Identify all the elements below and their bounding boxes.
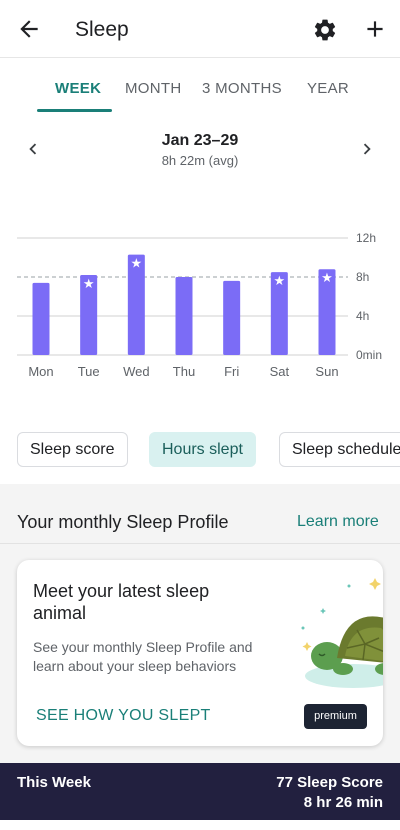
sleep-profile-header: Your monthly Sleep Profile Learn more bbox=[0, 500, 400, 544]
x-tick-label: Tue bbox=[78, 364, 100, 379]
sleep-hours-chart: 0min 4h 8h 12h Mon ★ Tue ★ Wed Thu Fri ★ Sat ★ Sun bbox=[0, 222, 400, 382]
y-tick-label: 0min bbox=[356, 348, 382, 362]
metric-chips: Sleep score Hours slept Sleep schedule bbox=[0, 432, 400, 468]
back-arrow-icon[interactable] bbox=[16, 16, 42, 42]
tab-3-months[interactable]: 3 MONTHS bbox=[202, 80, 282, 97]
period-tabs: WEEK MONTH 3 MONTHS YEAR bbox=[0, 72, 400, 114]
date-range-selector: Jan 23–29 8h 22m (avg) bbox=[0, 130, 400, 174]
date-range-label: Jan 23–29 bbox=[161, 132, 239, 149]
star-icon: ★ bbox=[274, 274, 286, 289]
plus-icon[interactable] bbox=[362, 16, 388, 42]
learn-more-link[interactable]: Learn more bbox=[297, 513, 379, 531]
x-tick-label: Thu bbox=[173, 364, 195, 379]
chip-sleep-score[interactable]: Sleep score bbox=[17, 432, 128, 467]
tab-month[interactable]: MONTH bbox=[125, 80, 182, 97]
premium-badge: premium bbox=[304, 704, 367, 729]
star-icon: ★ bbox=[131, 257, 143, 272]
sleep-duration-value: 8 hr 26 min bbox=[303, 794, 383, 811]
sleep-score-value: 77 Sleep Score bbox=[276, 774, 383, 791]
chip-hours-slept[interactable]: Hours slept bbox=[149, 432, 256, 467]
turtle-illustration-icon bbox=[301, 578, 383, 688]
bar-mon bbox=[32, 282, 50, 355]
card-description: See your monthly Sleep Profile and learn… bbox=[33, 639, 253, 674]
this-week-label: This Week bbox=[17, 774, 91, 791]
average-sleep: 8h 22m (avg) bbox=[161, 153, 239, 168]
y-tick-label: 12h bbox=[356, 231, 376, 245]
see-how-you-slept-button[interactable]: SEE HOW YOU SLEPT bbox=[36, 707, 211, 725]
page-title: Sleep bbox=[75, 18, 129, 41]
card-heading: Meet your latest sleep animal bbox=[33, 581, 210, 623]
app-header: Sleep bbox=[0, 0, 400, 58]
weekly-summary-bar[interactable]: This Week 77 Sleep Score 8 hr 26 min bbox=[0, 763, 400, 820]
x-tick-label: Fri bbox=[224, 364, 239, 379]
y-tick-label: 4h bbox=[356, 309, 369, 323]
sleep-animal-card[interactable]: Meet your latest sleep animal See your m… bbox=[17, 560, 383, 746]
x-tick-label: Wed bbox=[123, 364, 150, 379]
chevron-right-icon[interactable] bbox=[356, 138, 378, 160]
tab-year[interactable]: YEAR bbox=[307, 80, 349, 97]
x-tick-label: Mon bbox=[28, 364, 53, 379]
star-icon: ★ bbox=[321, 271, 333, 286]
sleep-profile-title: Your monthly Sleep Profile bbox=[17, 512, 229, 532]
bar-chart: 0min 4h 8h 12h Mon ★ Tue ★ Wed Thu Fri ★ Sat ★ Sun bbox=[17, 231, 382, 379]
bar-fri bbox=[223, 280, 241, 355]
y-tick-label: 8h bbox=[356, 270, 369, 284]
star-icon: ★ bbox=[83, 277, 95, 292]
active-tab-indicator bbox=[37, 109, 112, 112]
gear-icon[interactable] bbox=[312, 17, 338, 43]
chip-sleep-schedule[interactable]: Sleep schedule bbox=[279, 432, 400, 467]
x-tick-label: Sat bbox=[270, 364, 290, 379]
x-tick-label: Sun bbox=[315, 364, 338, 379]
bar-thu bbox=[175, 277, 193, 355]
tab-week[interactable]: WEEK bbox=[55, 80, 101, 97]
